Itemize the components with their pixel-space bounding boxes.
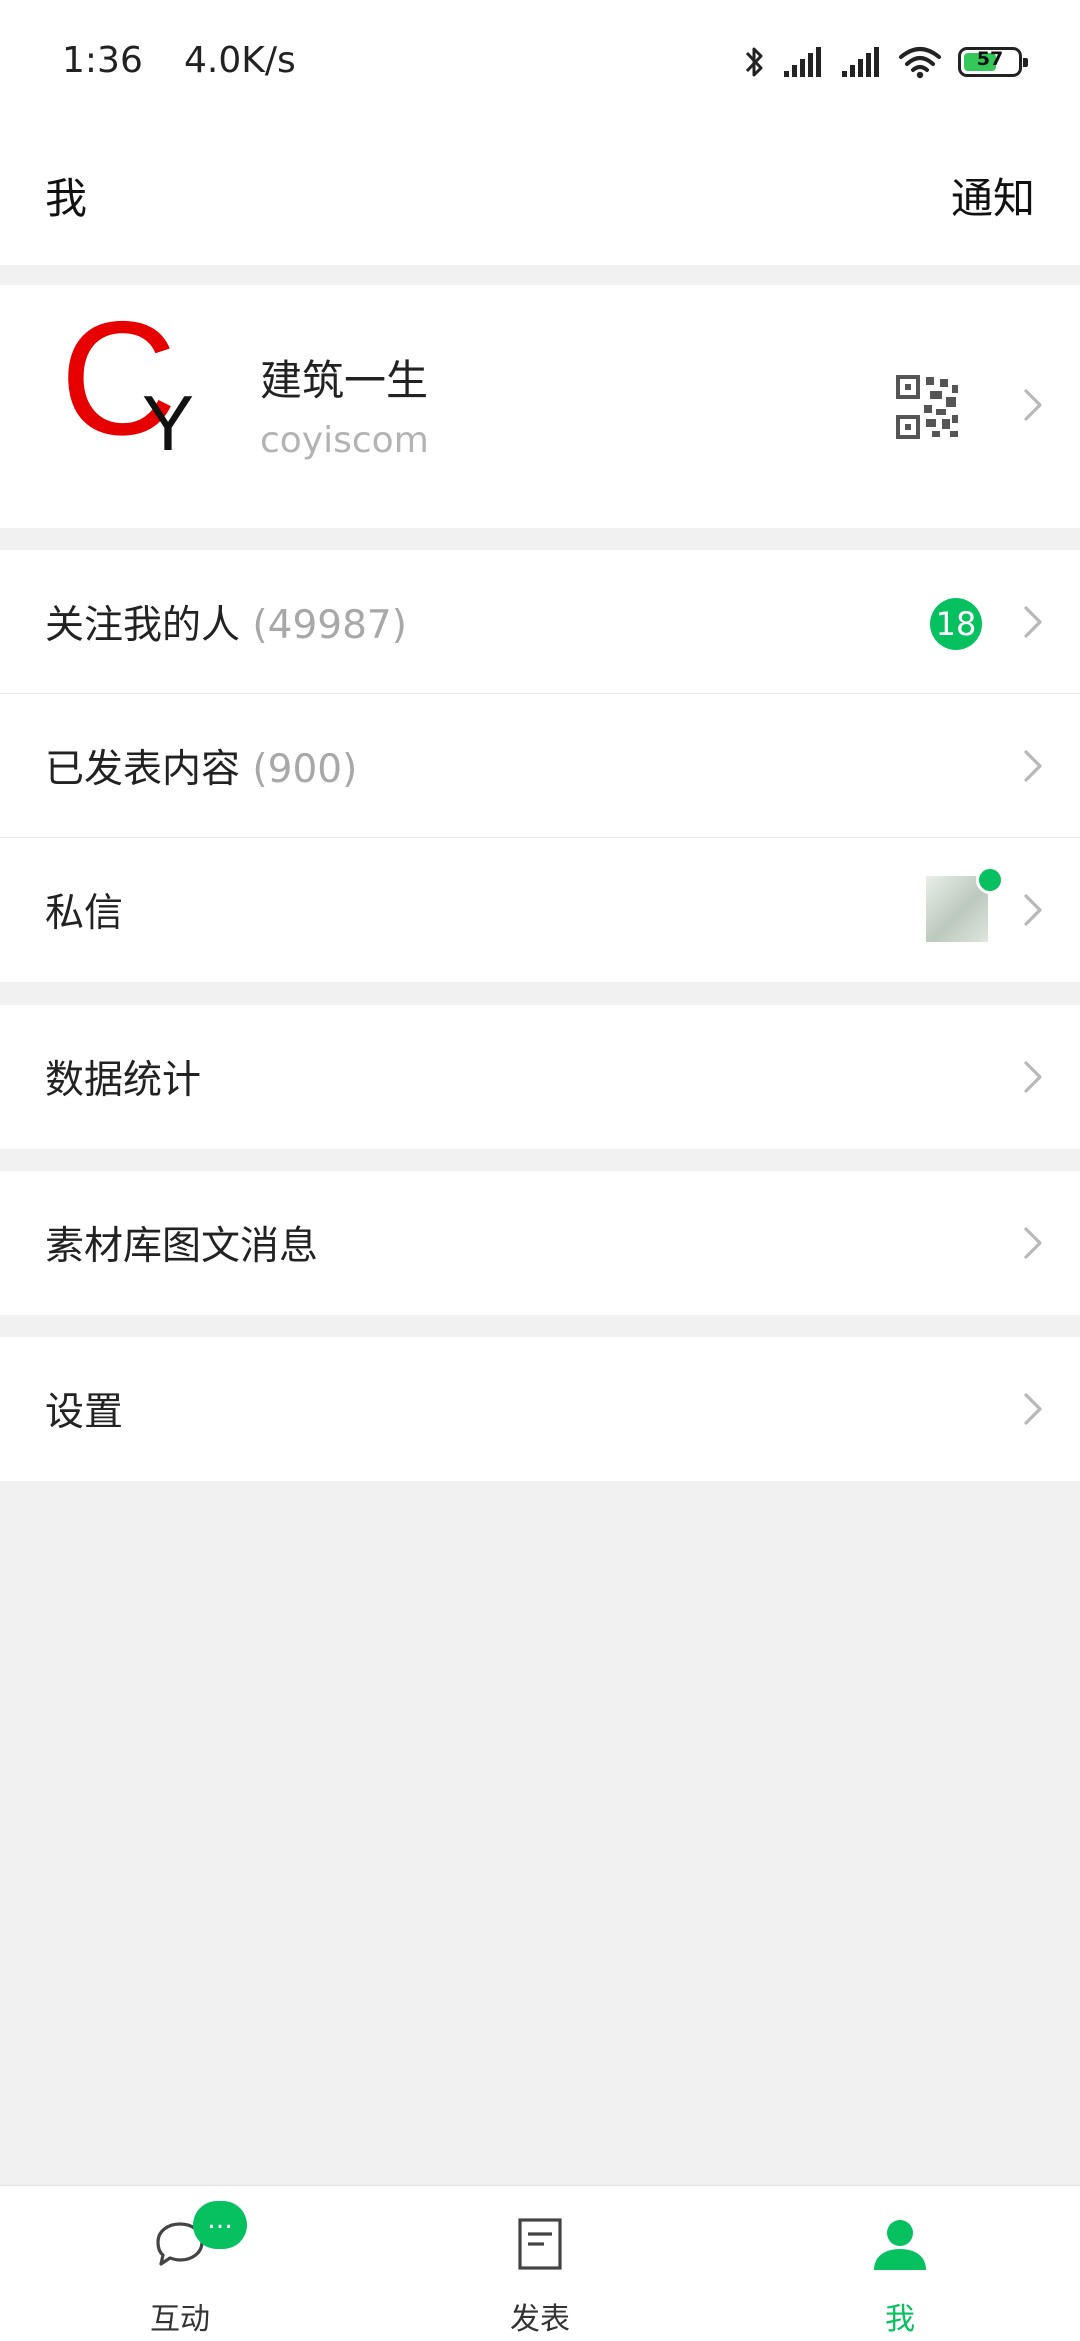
chevron-right-icon	[1024, 606, 1042, 638]
signal-icon	[784, 47, 821, 77]
chevron-right-icon	[1024, 389, 1042, 421]
menu-item-label: 设置	[45, 1390, 124, 1435]
status-icons: 57	[742, 38, 1028, 86]
tab-label: 互动	[150, 2302, 210, 2337]
status-time: 1:36	[62, 40, 143, 81]
chevron-right-icon	[1024, 894, 1042, 926]
menu-item-label: 私信	[45, 891, 124, 936]
unread-dot	[976, 866, 1004, 894]
person-icon	[874, 2220, 926, 2270]
followers-badge: 18	[930, 598, 982, 650]
document-icon	[518, 2218, 562, 2270]
menu-item-label: 关注我的人 (49987)	[45, 602, 407, 648]
battery-level: 57	[976, 48, 1004, 70]
menu-item-label: 数据统计	[45, 1058, 202, 1103]
page-header: 我 通知	[0, 125, 1080, 265]
avatar[interactable]: C Y	[60, 298, 200, 480]
menu-group-settings: 设置	[0, 1337, 1080, 1481]
profile-card[interactable]: C Y 建筑一生 coyiscom	[0, 285, 1080, 528]
status-bar: 1:36 4.0K/s 57	[0, 0, 1080, 125]
menu-item-published[interactable]: 已发表内容 (900)	[0, 694, 1080, 838]
followers-count: (49987)	[252, 602, 407, 648]
published-count: (900)	[252, 746, 358, 792]
qr-code-icon[interactable]	[896, 375, 960, 439]
chevron-right-icon	[1024, 1061, 1042, 1093]
profile-account-id: coyiscom	[260, 420, 429, 461]
menu-group-stats: 数据统计	[0, 1005, 1080, 1149]
menu-group-library: 素材库图文消息	[0, 1171, 1080, 1315]
menu-item-settings[interactable]: 设置	[0, 1337, 1080, 1481]
menu-group-main: 关注我的人 (49987) 18 已发表内容 (900) 私信	[0, 550, 1080, 982]
tab-badge: …	[193, 2201, 247, 2249]
notice-button[interactable]: 通知	[951, 165, 1035, 226]
avatar-letter-y: Y	[142, 379, 195, 467]
bluetooth-icon	[745, 47, 763, 77]
tab-label: 发表	[510, 2302, 570, 2337]
battery-icon: 57	[958, 47, 1028, 77]
menu-item-stats[interactable]: 数据统计	[0, 1005, 1080, 1149]
tab-label: 我	[885, 2302, 915, 2337]
chevron-right-icon	[1024, 1227, 1042, 1259]
bottom-tab-bar: … 互动 发表 我	[0, 2185, 1080, 2341]
tab-interaction[interactable]: … 互动	[0, 2186, 360, 2341]
signal-icon	[842, 47, 879, 77]
menu-item-messages[interactable]: 私信	[0, 838, 1080, 982]
chevron-right-icon	[1024, 1393, 1042, 1425]
tab-publish[interactable]: 发表	[360, 2186, 720, 2341]
menu-item-label: 已发表内容 (900)	[45, 746, 358, 792]
wifi-icon	[899, 47, 941, 79]
menu-item-label: 素材库图文消息	[45, 1224, 319, 1269]
status-net-speed: 4.0K/s	[184, 40, 296, 81]
tab-me[interactable]: 我	[720, 2186, 1080, 2341]
page-title: 我	[45, 174, 88, 223]
menu-item-followers[interactable]: 关注我的人 (49987) 18	[0, 550, 1080, 694]
menu-item-library[interactable]: 素材库图文消息	[0, 1171, 1080, 1315]
chevron-right-icon	[1024, 750, 1042, 782]
profile-name: 建筑一生	[260, 356, 429, 405]
